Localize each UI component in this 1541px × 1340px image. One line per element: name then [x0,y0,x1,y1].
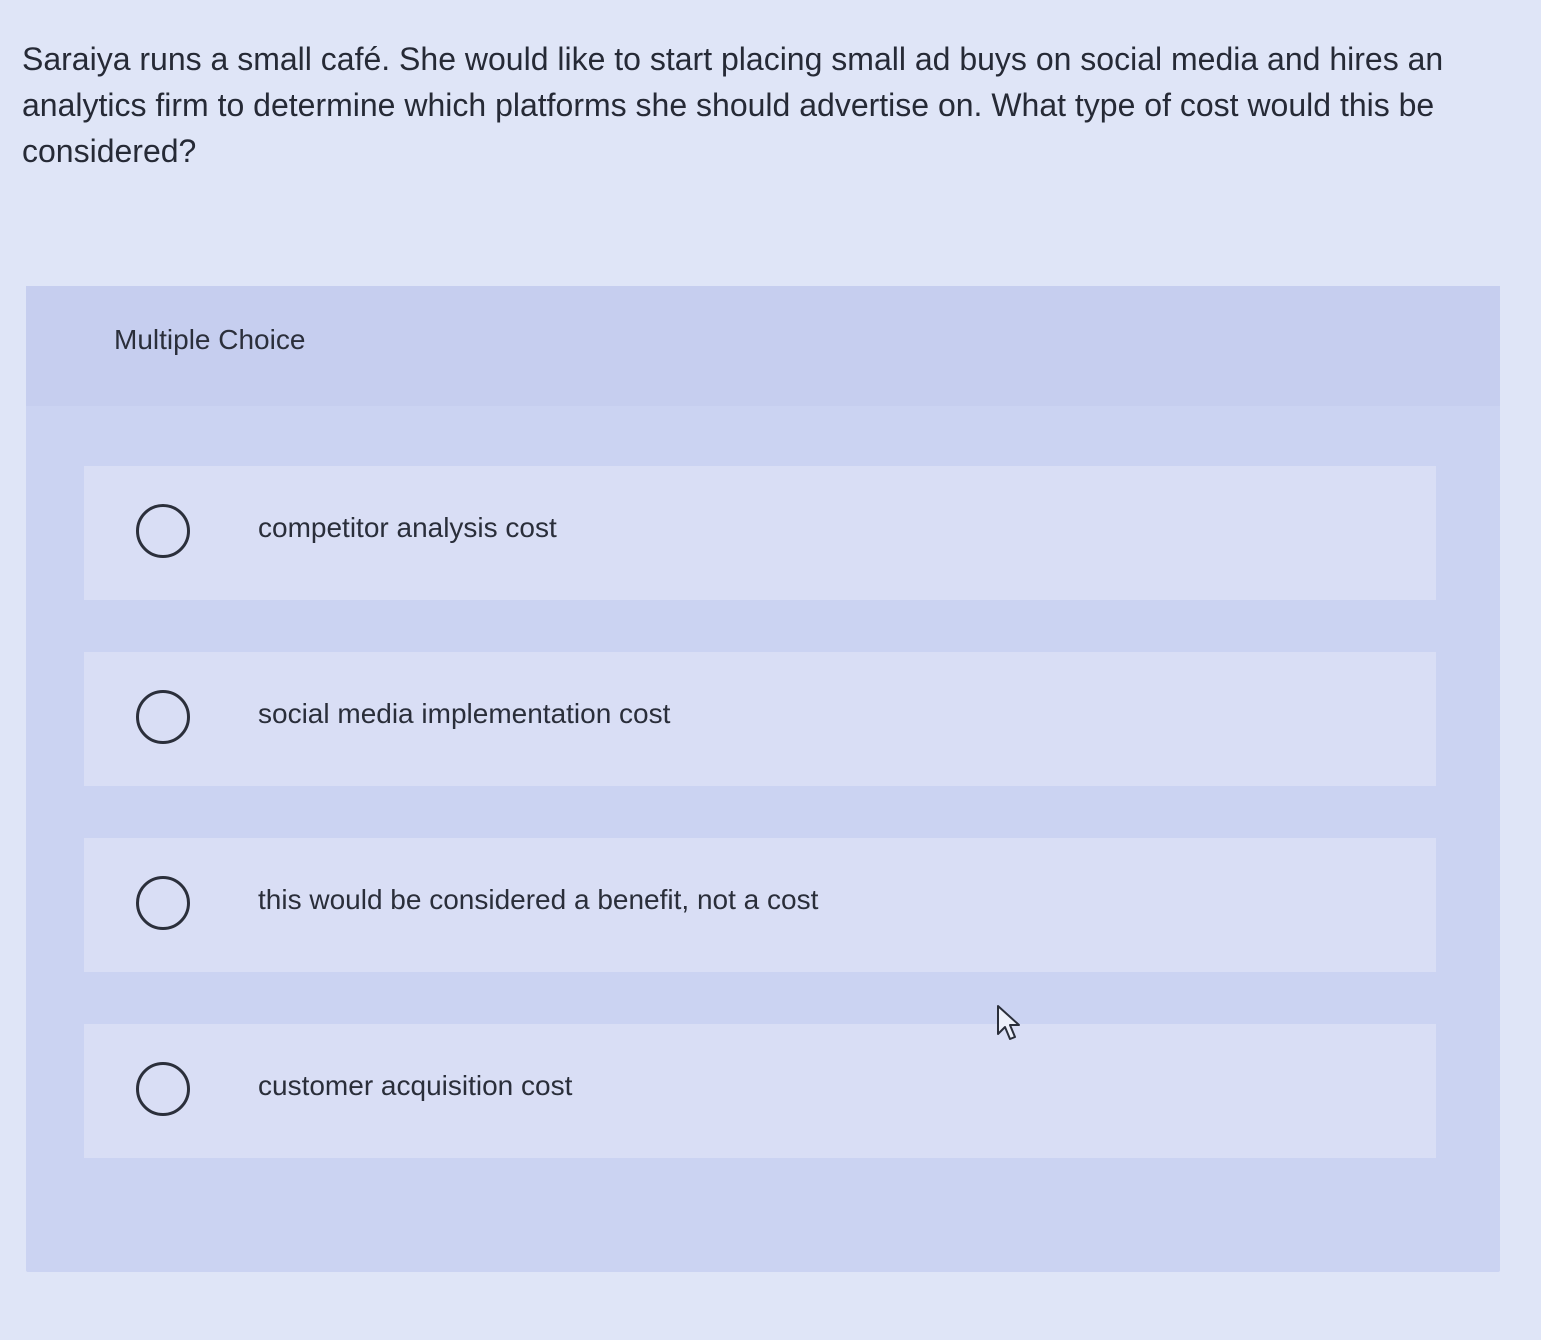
answer-option-competitor-analysis[interactable]: competitor analysis cost [84,466,1436,600]
radio-button-icon[interactable] [136,876,190,930]
multiple-choice-label: Multiple Choice [114,324,306,355]
multiple-choice-header: Multiple Choice [26,286,1500,406]
mouse-pointer-icon [997,1005,1020,1040]
multiple-choice-panel: Multiple Choice competitor analysis cost… [26,286,1500,1272]
answer-option-label: this would be considered a benefit, not … [258,884,819,915]
answer-option-label: competitor analysis cost [258,512,557,543]
radio-button-icon[interactable] [136,504,190,558]
answer-option-social-media-implementation[interactable]: social media implementation cost [84,652,1436,786]
answer-option-label: social media implementation cost [258,698,671,729]
answer-option-customer-acquisition[interactable]: customer acquisition cost [84,1024,1436,1158]
answer-option-label: customer acquisition cost [258,1070,573,1101]
radio-button-icon[interactable] [136,690,190,744]
radio-button-icon[interactable] [136,1062,190,1116]
question-text: Saraiya runs a small café. She would lik… [22,41,1444,169]
answer-options: competitor analysis cost social media im… [84,466,1436,1210]
answer-option-benefit-not-cost[interactable]: this would be considered a benefit, not … [84,838,1436,972]
